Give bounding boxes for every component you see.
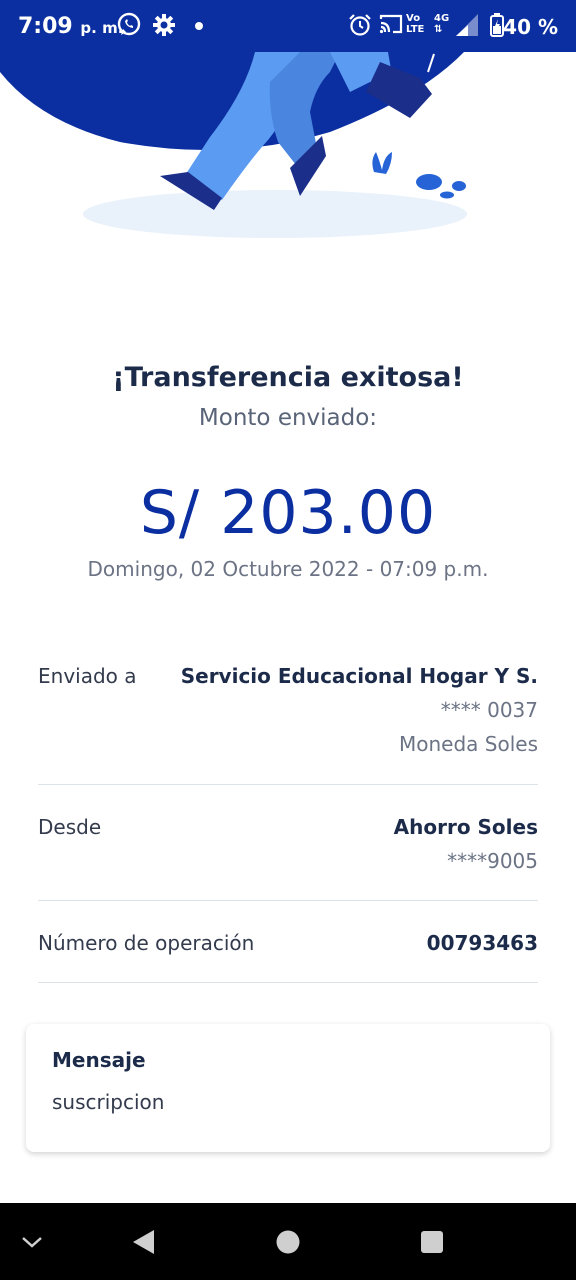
- settings-gear-icon: [153, 14, 175, 36]
- cast-icon: [379, 14, 403, 34]
- message-card: Mensaje suscripcion: [26, 1024, 550, 1152]
- success-illustration: [0, 52, 467, 238]
- data-arrows-icon: ⇅: [434, 24, 443, 35]
- message-heading: Mensaje: [52, 1048, 146, 1072]
- nav-recents-button[interactable]: [406, 1203, 458, 1280]
- back-icon: [133, 1229, 154, 1254]
- alarm-icon: [349, 14, 371, 36]
- status-time: 7:09 p. m.: [18, 14, 123, 39]
- recipient-account: **** 0037: [440, 698, 538, 722]
- from-label: Desde: [38, 815, 102, 839]
- recipient-name: Servicio Educacional Hogar Y S.: [180, 664, 538, 688]
- battery-icon: [490, 13, 504, 37]
- home-icon: [276, 1230, 300, 1253]
- clock-text: 7:09: [18, 14, 73, 39]
- source-account-number: ****9005: [447, 849, 538, 873]
- network-type: 4G ⇅: [434, 13, 449, 35]
- amount-caption: Monto enviado:: [198, 405, 378, 431]
- status-bar: 7:09 p. m. Vo LTE 4G ⇅ 40 %: [0, 0, 576, 52]
- recipient-currency: Moneda Soles: [399, 732, 538, 756]
- source-account-type: Ahorro Soles: [393, 815, 538, 839]
- nav-home-button[interactable]: [262, 1203, 314, 1280]
- transfer-amount: S/ 203.00: [139, 478, 437, 548]
- divider: [38, 900, 538, 901]
- recents-icon: [421, 1230, 443, 1253]
- divider: [38, 982, 538, 983]
- sent-to-label: Enviado a: [38, 664, 137, 688]
- volte-icon: Vo LTE: [406, 13, 426, 35]
- nav-collapse-button[interactable]: [10, 1203, 54, 1280]
- operation-number: 00793463: [426, 931, 538, 955]
- success-title: ¡Transferencia exitosa!: [112, 362, 464, 393]
- whatsapp-icon: [117, 12, 141, 36]
- battery-percent: 40 %: [503, 15, 558, 39]
- divider: [38, 784, 538, 785]
- signal-icon: [456, 14, 478, 36]
- network-gen-text: 4G: [434, 13, 450, 24]
- operation-label: Número de operación: [38, 931, 255, 955]
- message-body: suscripcion: [52, 1090, 165, 1114]
- transfer-datetime: Domingo, 02 Octubre 2022 - 07:09 p.m.: [87, 557, 489, 581]
- chevron-down-icon: [22, 1236, 42, 1248]
- dot-icon: [195, 22, 203, 30]
- volte-text: Vo LTE: [406, 13, 425, 35]
- nav-back-button[interactable]: [118, 1203, 168, 1280]
- navigation-bar: [0, 1203, 576, 1280]
